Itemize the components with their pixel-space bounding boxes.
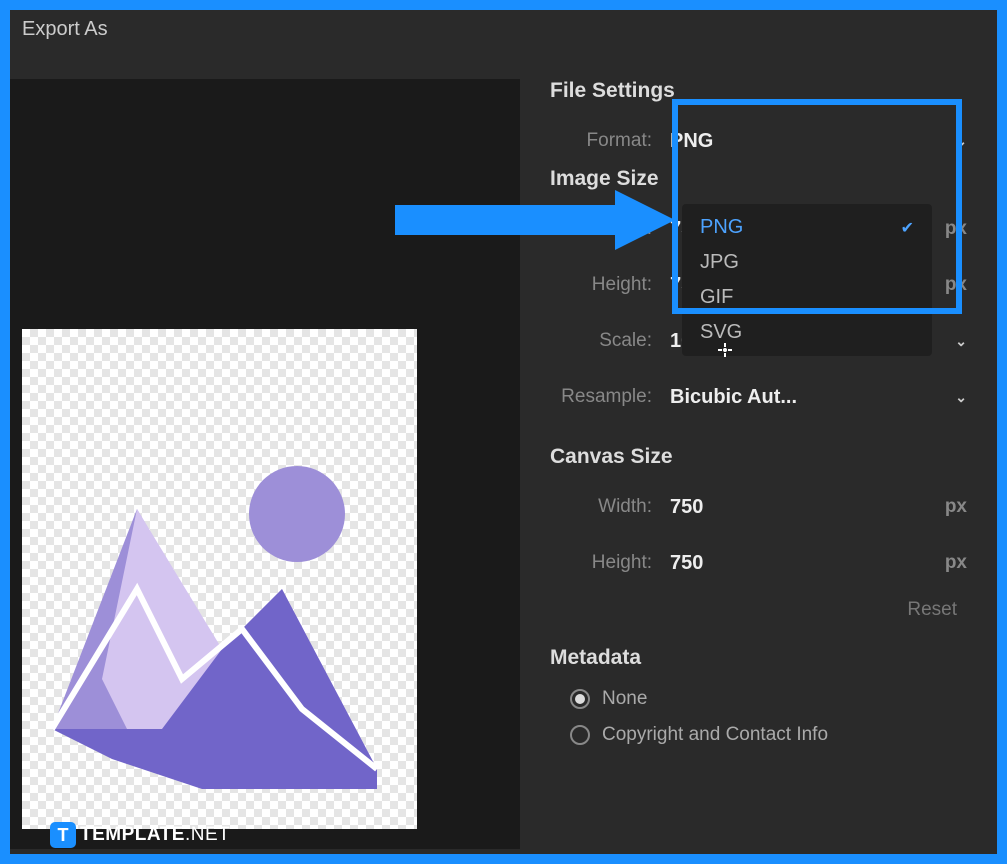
- cursor-icon: [716, 341, 734, 364]
- checkmark-icon: ✔: [901, 218, 914, 238]
- canvas-width-input[interactable]: 750 px: [670, 496, 977, 519]
- format-dropdown-menu: PNG ✔ JPG GIF SVG: [682, 204, 932, 356]
- radio-unchecked-icon: [570, 725, 590, 745]
- resample-dropdown[interactable]: Bicubic Aut... ⌄: [670, 386, 977, 409]
- metadata-none-label: None: [602, 688, 647, 710]
- dialog-title: Export As: [10, 10, 997, 49]
- image-placeholder-icon: [42, 449, 382, 789]
- dropdown-option-gif[interactable]: GIF: [682, 280, 932, 315]
- metadata-none-row[interactable]: None: [570, 688, 977, 710]
- canvas-preview: [22, 329, 417, 829]
- export-dialog: Export As File Settings Format: PNG ⌄: [10, 10, 997, 854]
- watermark: T TEMPLATE.NET: [50, 822, 230, 848]
- metadata-heading: Metadata: [550, 646, 977, 670]
- unit-px: px: [945, 552, 977, 574]
- format-row: Format: PNG ⌄: [550, 121, 977, 161]
- canvas-width-row: Width: 750 px: [550, 487, 977, 527]
- canvas-height-input[interactable]: 750 px: [670, 552, 977, 575]
- radio-checked-icon: [570, 689, 590, 709]
- image-width-label: Width:: [550, 218, 670, 240]
- reset-button[interactable]: Reset: [550, 599, 977, 621]
- image-size-heading: Image Size: [550, 167, 977, 191]
- unit-px: px: [945, 496, 977, 518]
- resample-label: Resample:: [550, 386, 670, 408]
- canvas-height-label: Height:: [550, 552, 670, 574]
- dropdown-option-png[interactable]: PNG ✔: [682, 210, 932, 245]
- chevron-down-icon: ⌄: [955, 333, 977, 350]
- chevron-down-icon: ⌄: [955, 133, 977, 150]
- file-settings-heading: File Settings: [550, 79, 977, 103]
- preview-pane: [10, 79, 520, 849]
- content-area: File Settings Format: PNG ⌄ PNG ✔ JPG: [10, 49, 997, 853]
- image-height-label: Height:: [550, 274, 670, 296]
- unit-px: px: [945, 274, 977, 296]
- canvas-size-heading: Canvas Size: [550, 445, 977, 469]
- watermark-badge: T: [50, 822, 76, 848]
- chevron-down-icon: ⌄: [955, 389, 977, 406]
- format-label: Format:: [550, 130, 670, 152]
- format-value: PNG: [670, 130, 713, 153]
- resample-row: Resample: Bicubic Aut... ⌄: [550, 377, 977, 417]
- dropdown-option-jpg[interactable]: JPG: [682, 245, 932, 280]
- scale-label: Scale:: [550, 330, 670, 352]
- watermark-text: TEMPLATE.NET: [80, 824, 230, 846]
- canvas-width-label: Width:: [550, 496, 670, 518]
- metadata-copyright-row[interactable]: Copyright and Contact Info: [570, 724, 977, 746]
- format-dropdown[interactable]: PNG ⌄: [670, 130, 977, 153]
- metadata-copyright-label: Copyright and Contact Info: [602, 724, 828, 746]
- settings-pane: File Settings Format: PNG ⌄ PNG ✔ JPG: [520, 49, 997, 853]
- canvas-height-row: Height: 750 px: [550, 543, 977, 583]
- unit-px: px: [945, 218, 977, 240]
